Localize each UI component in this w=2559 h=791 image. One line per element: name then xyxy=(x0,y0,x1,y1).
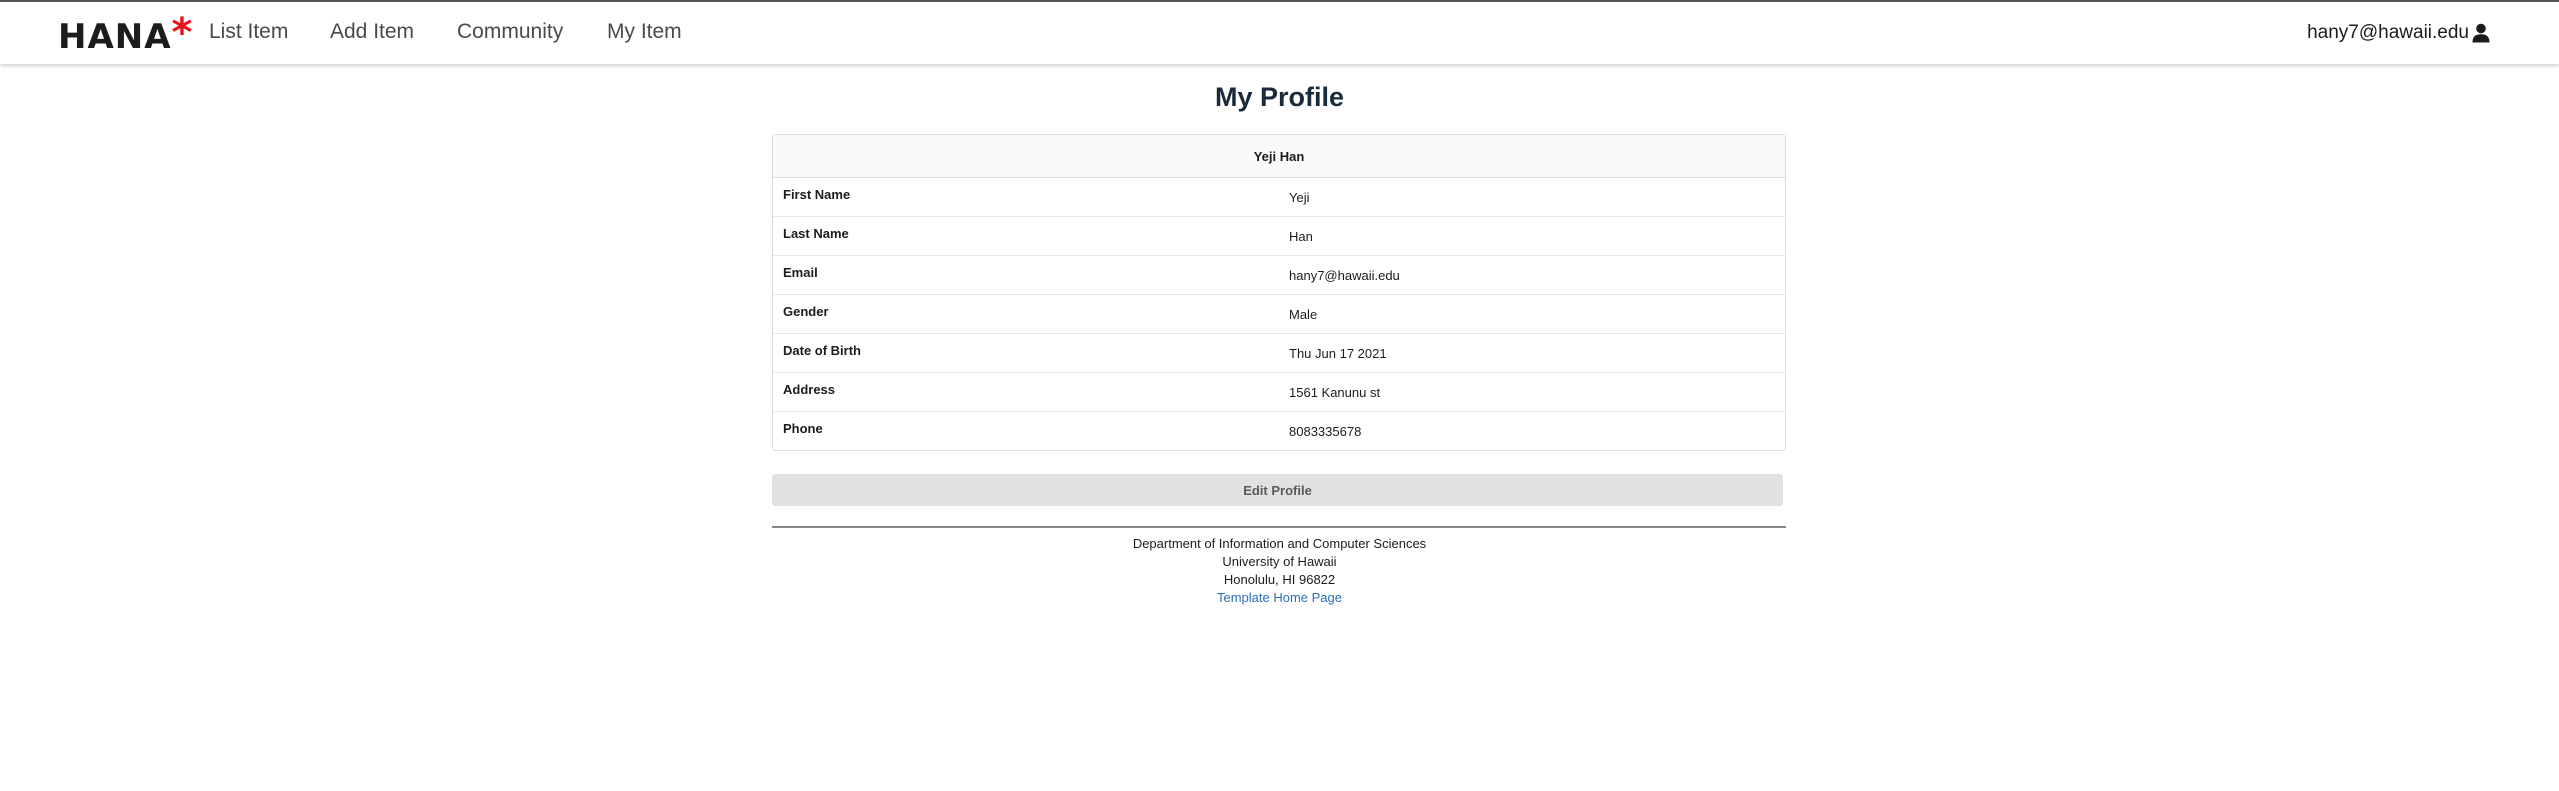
profile-table: Yeji Han First Name Yeji Last Name Han E… xyxy=(772,134,1786,451)
page-title: My Profile xyxy=(1214,82,1345,112)
row-label: Date of Birth xyxy=(783,343,861,358)
footer-address: Honolulu, HI 96822 xyxy=(1223,572,1336,587)
nav-community[interactable]: Community xyxy=(457,20,563,44)
profile-full-name: Yeji Han xyxy=(773,135,1785,178)
table-row: Address 1561 Kanunu st xyxy=(773,373,1785,412)
row-value: Male xyxy=(1289,307,1318,322)
nav-my-item[interactable]: My Item xyxy=(607,20,682,44)
footer-university: University of Hawaii xyxy=(1222,554,1337,569)
row-value: Yeji xyxy=(1289,190,1310,205)
brand-star: * xyxy=(171,10,194,56)
user-email: hany7@hawaii.edu xyxy=(2307,22,2469,43)
row-value: 1561 Kanunu st xyxy=(1289,385,1381,400)
row-label: Last Name xyxy=(783,226,849,241)
footer-department: Department of Information and Computer S… xyxy=(1132,536,1427,551)
row-label: Gender xyxy=(783,304,829,319)
row-value: 8083335678 xyxy=(1289,424,1362,439)
brand-name: HANA xyxy=(58,17,172,57)
top-navbar: HANA* List Item Add Item Community My It… xyxy=(0,0,2559,64)
table-row: Date of Birth Thu Jun 17 2021 xyxy=(773,334,1785,373)
table-row: Last Name Han xyxy=(773,217,1785,256)
table-row: First Name Yeji xyxy=(773,178,1785,217)
row-label: Email xyxy=(783,265,818,280)
nav-list-item[interactable]: List Item xyxy=(209,20,288,44)
row-value: hany7@hawaii.edu xyxy=(1289,268,1400,283)
row-label: Phone xyxy=(783,421,823,436)
user-icon xyxy=(2472,23,2490,43)
row-label: Address xyxy=(783,382,836,397)
footer-divider xyxy=(772,526,1786,528)
table-row: Email hany7@hawaii.edu xyxy=(773,256,1785,295)
edit-profile-button[interactable]: Edit Profile xyxy=(772,474,1783,506)
row-label: First Name xyxy=(783,187,851,202)
table-row: Gender Male xyxy=(773,295,1785,334)
table-row: Phone 8083335678 xyxy=(773,412,1785,450)
row-value: Thu Jun 17 2021 xyxy=(1289,346,1387,361)
user-menu[interactable]: hany7@hawaii.edu xyxy=(2307,22,2490,44)
nav-add-item[interactable]: Add Item xyxy=(330,20,414,44)
row-value: Han xyxy=(1289,229,1313,244)
brand-logo[interactable]: HANA* xyxy=(58,10,194,58)
footer: Department of Information and Computer S… xyxy=(0,535,2559,607)
template-home-link[interactable]: Template Home Page xyxy=(1217,590,1342,605)
